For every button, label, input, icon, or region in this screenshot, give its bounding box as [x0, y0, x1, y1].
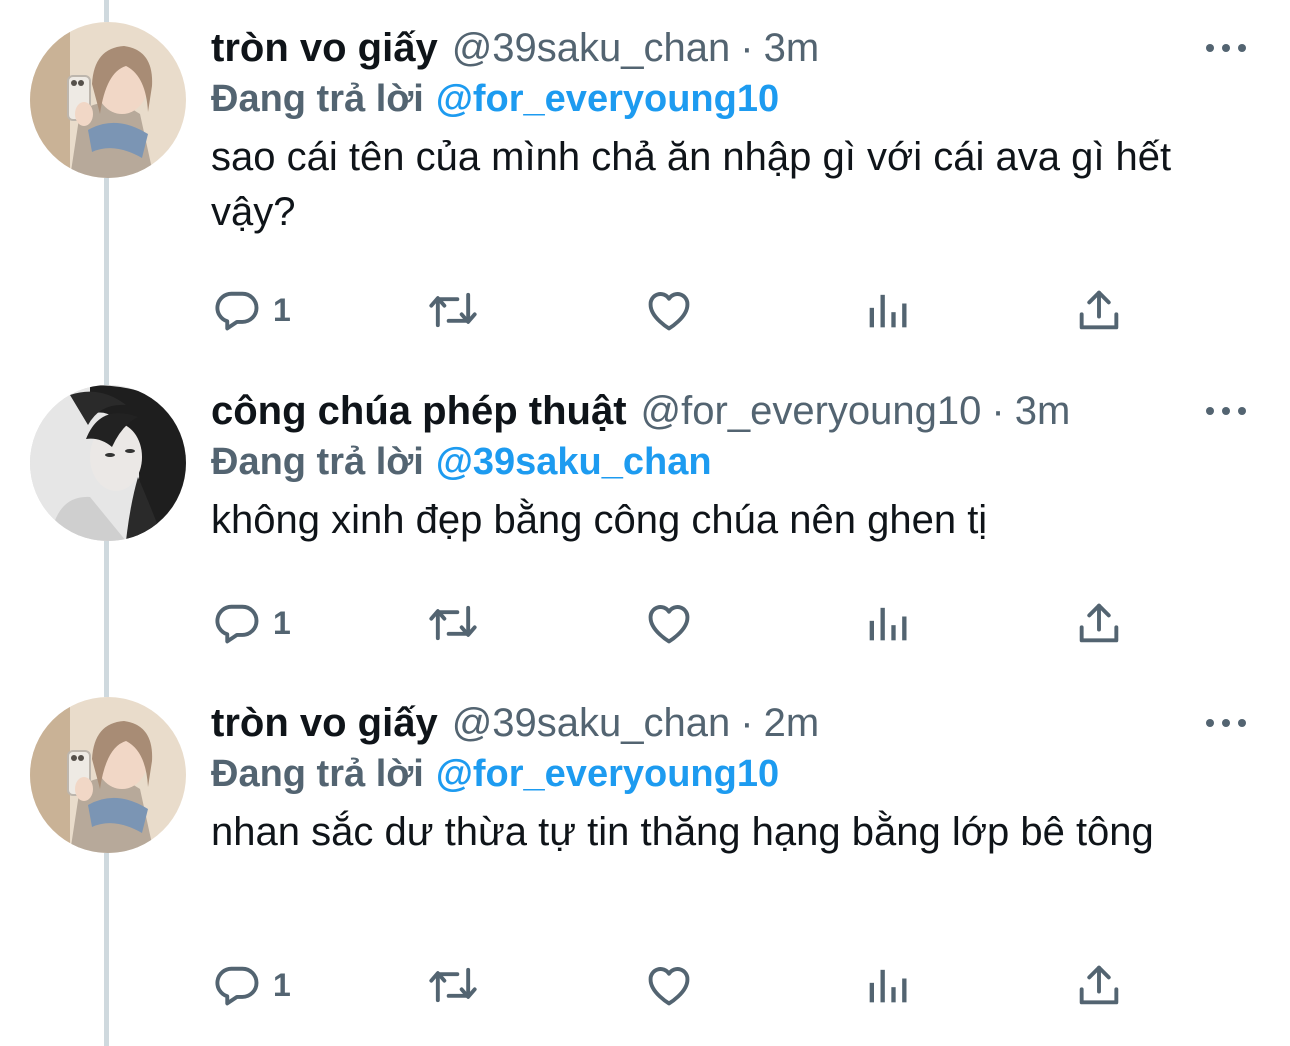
like-button[interactable]: [643, 280, 695, 340]
separator-dot: ·: [740, 701, 754, 745]
retweet-button[interactable]: [425, 955, 481, 1015]
share-button[interactable]: [1073, 280, 1125, 340]
reply-icon: [215, 604, 259, 644]
reply-mention-link[interactable]: @39saku_chan: [436, 441, 712, 483]
reply-count: 1: [273, 291, 291, 328]
separator-dot: ·: [991, 389, 1005, 433]
views-icon: [869, 294, 907, 328]
tweet-header: tròn vo giấy @39saku_chan · 2m: [211, 693, 819, 753]
more-icon[interactable]: [1206, 711, 1246, 735]
reply-mention-link[interactable]: @for_everyoung10: [436, 753, 779, 795]
reply-button[interactable]: 1: [211, 593, 291, 653]
tweet-text: nhan sắc dư thừa tự tin thăng hạng bằng …: [211, 810, 1154, 854]
timestamp[interactable]: 3m: [764, 18, 820, 78]
reply-count: 1: [273, 966, 291, 1003]
tweet-text: sao cái tên của mình chả ăn nhập gì với …: [211, 135, 1172, 234]
retweet-button[interactable]: [425, 280, 481, 340]
retweet-icon: [429, 292, 477, 328]
avatar[interactable]: [30, 697, 186, 853]
heart-icon: [648, 292, 690, 331]
views-icon: [869, 607, 907, 641]
share-button[interactable]: [1073, 593, 1125, 653]
views-button[interactable]: [861, 955, 913, 1015]
tweet-actions: 1: [211, 955, 1151, 1015]
views-button[interactable]: [861, 280, 913, 340]
tweet-actions: 1: [211, 593, 1151, 653]
replying-to: Đang trả lời @39saku_chan: [211, 435, 712, 489]
separator-dot: ·: [740, 26, 754, 70]
like-button[interactable]: [643, 593, 695, 653]
replying-label: Đang trả lời: [211, 441, 424, 483]
replying-label: Đang trả lời: [211, 78, 424, 120]
share-icon: [1079, 290, 1119, 330]
more-icon[interactable]: [1206, 36, 1246, 60]
display-name[interactable]: tròn vo giấy: [211, 18, 438, 78]
reply-mention-link[interactable]: @for_everyoung10: [436, 78, 779, 120]
replying-to: Đang trả lời @for_everyoung10: [211, 747, 779, 801]
views-icon: [869, 969, 907, 1003]
share-icon: [1079, 603, 1119, 643]
avatar[interactable]: [30, 22, 186, 178]
retweet-icon: [429, 605, 477, 641]
tweet-header: tròn vo giấy @39saku_chan · 3m: [211, 18, 819, 78]
user-handle[interactable]: @for_everyoung10: [641, 381, 982, 441]
user-handle[interactable]: @39saku_chan: [452, 18, 731, 78]
replying-label: Đang trả lời: [211, 753, 424, 795]
like-button[interactable]: [643, 955, 695, 1015]
retweet-button[interactable]: [425, 593, 481, 653]
reply-count: 1: [273, 604, 291, 641]
display-name[interactable]: công chúa phép thuật: [211, 381, 627, 441]
reply-icon: [215, 291, 259, 331]
retweet-icon: [429, 967, 477, 1003]
user-handle[interactable]: @39saku_chan: [452, 693, 731, 753]
heart-icon: [648, 967, 690, 1006]
avatar[interactable]: [30, 385, 186, 541]
share-button[interactable]: [1073, 955, 1125, 1015]
share-icon: [1079, 965, 1119, 1005]
reply-button[interactable]: 1: [211, 280, 291, 340]
views-button[interactable]: [861, 593, 913, 653]
display-name[interactable]: tròn vo giấy: [211, 693, 438, 753]
timestamp[interactable]: 2m: [764, 693, 820, 753]
reply-icon: [215, 966, 259, 1006]
tweet-actions: 1: [211, 280, 1151, 340]
tweet-header: công chúa phép thuật @for_everyoung10 · …: [211, 381, 1070, 441]
replying-to: Đang trả lời @for_everyoung10: [211, 72, 779, 126]
tweet-text: không xinh đẹp bằng công chúa nên ghen t…: [211, 498, 988, 542]
timestamp[interactable]: 3m: [1015, 381, 1071, 441]
reply-button[interactable]: 1: [211, 955, 291, 1015]
heart-icon: [648, 605, 690, 644]
more-icon[interactable]: [1206, 399, 1246, 423]
